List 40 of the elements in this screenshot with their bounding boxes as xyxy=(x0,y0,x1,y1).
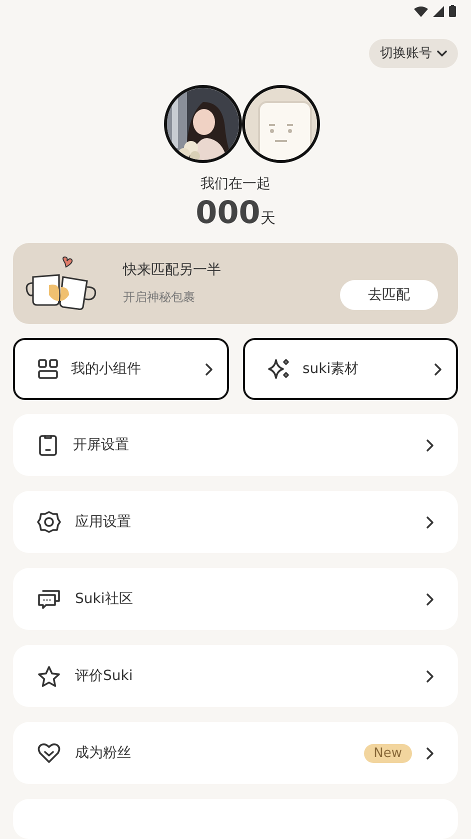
menu-item[interactable]: 开屏设置 xyxy=(13,414,458,476)
shortcut-label: suki素材 xyxy=(302,360,360,378)
days-count: 000 xyxy=(196,194,260,231)
switch-account-button[interactable]: 切换账号 xyxy=(369,38,458,68)
menu-label: 应用设置 xyxy=(75,513,132,531)
menu-label: 开屏设置 xyxy=(73,436,130,454)
shortcut-card[interactable]: suki素材 xyxy=(242,338,458,400)
sparkle-icon xyxy=(266,358,290,380)
match-button[interactable]: 去匹配 xyxy=(340,280,438,310)
battery-icon xyxy=(449,5,456,18)
menu-label: 成为粉丝 xyxy=(75,744,132,762)
days-unit: 天 xyxy=(260,208,276,228)
chevron-right-icon xyxy=(426,516,434,528)
wifi-icon xyxy=(414,6,428,17)
menu-item[interactable]: 应用设置 xyxy=(13,491,458,553)
chevron-down-icon xyxy=(437,50,447,57)
shortcut-card[interactable]: 我的小组件 xyxy=(13,338,228,400)
chevron-right-icon xyxy=(426,438,434,452)
menu-item[interactable]: 成为粉丝 New xyxy=(13,722,458,784)
match-subtitle: 开启神秘包裹 xyxy=(123,288,196,306)
signal-icon xyxy=(433,6,444,17)
new-badge: New xyxy=(364,744,412,762)
widgets-icon xyxy=(37,358,59,380)
menu-label: Suki社区 xyxy=(75,590,134,608)
heart-check-icon xyxy=(37,742,61,764)
settings-icon xyxy=(37,510,61,534)
menu-label: 评价Suki xyxy=(75,667,134,685)
chevron-right-icon xyxy=(426,746,434,760)
chevron-right-icon xyxy=(426,592,434,606)
chevron-right-icon xyxy=(204,362,212,376)
chevron-right-icon xyxy=(426,670,434,682)
menu-item[interactable]: 评价Suki xyxy=(13,645,458,707)
star-icon xyxy=(37,664,61,688)
menu-item[interactable]: Suki社区 xyxy=(13,568,458,630)
phone-screen-icon xyxy=(37,434,59,456)
chevron-right-icon xyxy=(434,362,442,376)
shortcut-label: 我的小组件 xyxy=(71,360,142,378)
chat-bubbles-icon xyxy=(37,588,61,610)
together-caption: 我们在一起 xyxy=(200,174,272,193)
match-title: 快来匹配另一半 xyxy=(123,260,222,279)
